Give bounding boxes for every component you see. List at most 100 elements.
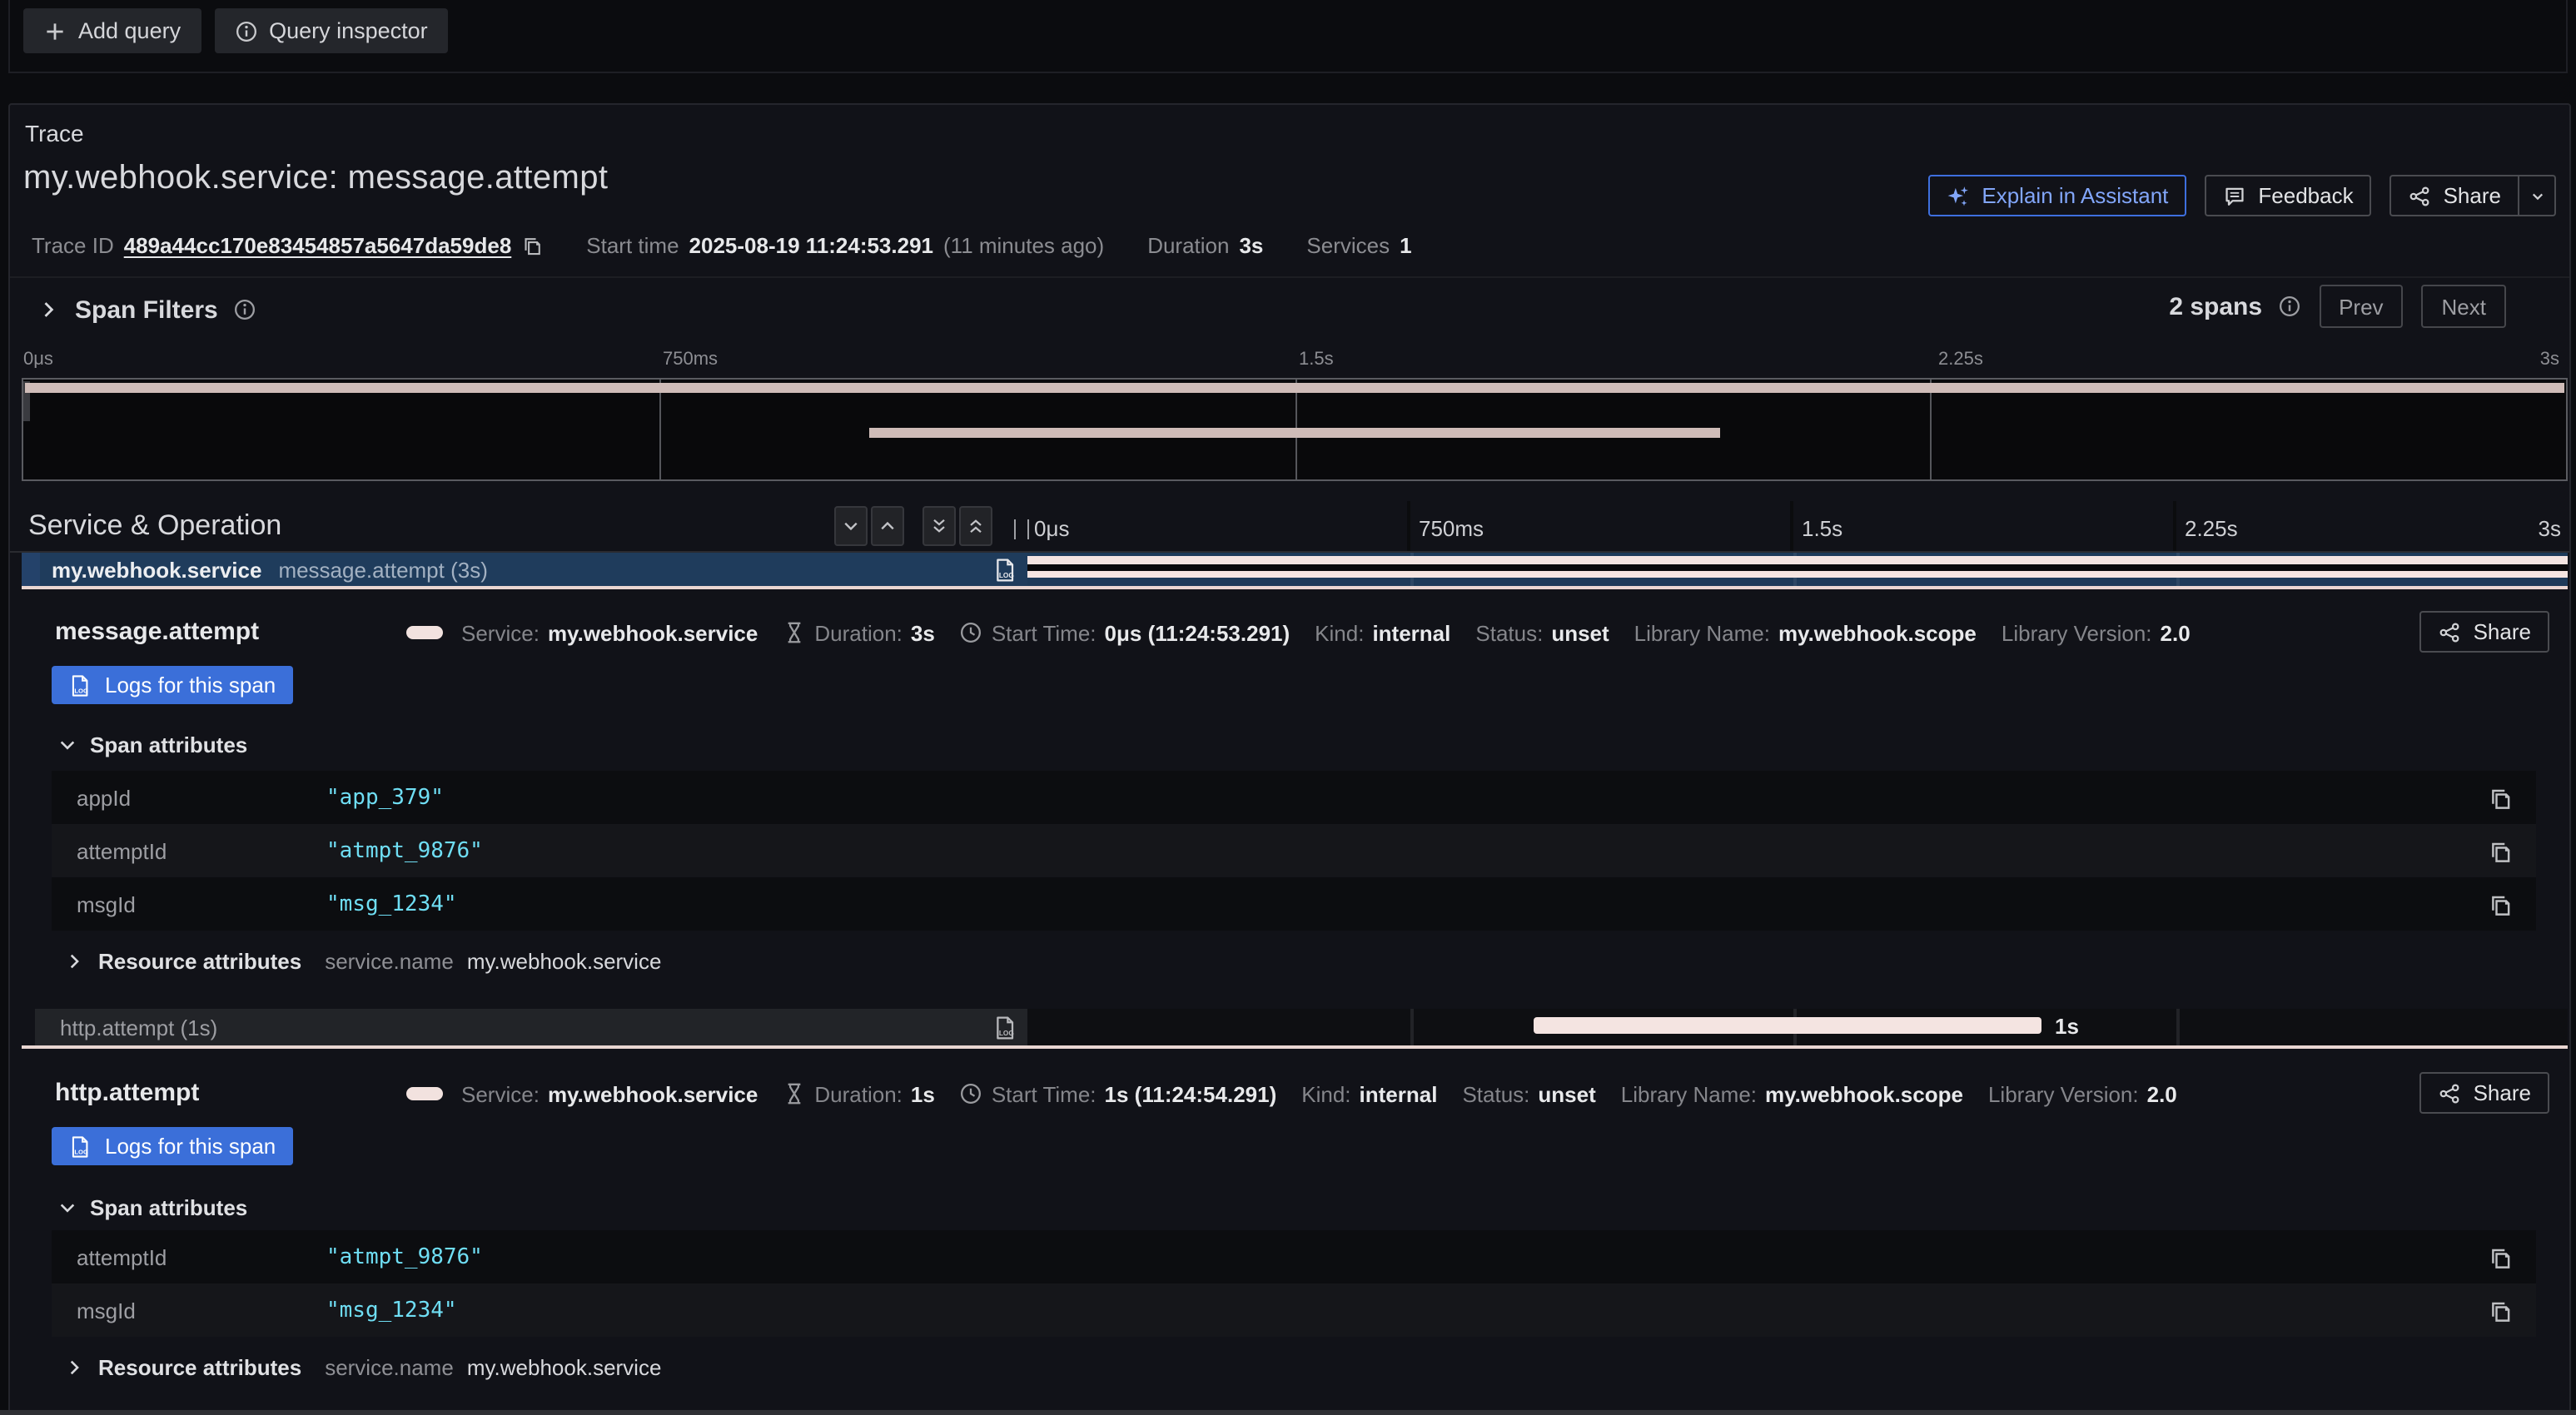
query-inspector-button[interactable]: Query inspector bbox=[214, 8, 448, 53]
expand-one-button[interactable] bbox=[871, 506, 904, 546]
field-status: Status: unset bbox=[1475, 620, 1609, 645]
span-row-http-attempt[interactable]: http.attempt (1s) 1s bbox=[22, 1009, 2568, 1049]
chevron-up-icon bbox=[878, 516, 898, 536]
caret-down-icon bbox=[2527, 186, 2547, 206]
indent-guide bbox=[22, 553, 40, 586]
copy-value-button[interactable] bbox=[2486, 1244, 2513, 1270]
logs-for-span-button[interactable]: Logs for this span bbox=[52, 666, 292, 704]
copy-value-button[interactable] bbox=[2486, 784, 2513, 811]
prev-span-button[interactable]: Prev bbox=[2319, 285, 2403, 328]
span-name-cell[interactable]: my.webhook.service message.attempt (3s) bbox=[22, 553, 1027, 586]
attribute-key: attemptId bbox=[77, 1244, 326, 1269]
timeline-tick: 0μs bbox=[1034, 516, 1069, 541]
span-row-message-attempt[interactable]: my.webhook.service message.attempt (3s) bbox=[22, 553, 2568, 589]
trace-timeline-minimap[interactable] bbox=[22, 378, 2568, 481]
attribute-key: msgId bbox=[77, 891, 326, 916]
trace-panel: Trace my.webhook.service: message.attemp… bbox=[8, 103, 2571, 1415]
attribute-key: attemptId bbox=[77, 838, 326, 863]
span-share-button[interactable]: Share bbox=[2420, 1072, 2549, 1114]
attribute-row: attemptId "atmpt_9876" bbox=[52, 1230, 2536, 1283]
column-divider bbox=[2173, 501, 2176, 551]
share-button[interactable]: Share bbox=[2390, 175, 2519, 216]
column-divider bbox=[1410, 1009, 1414, 1045]
minimap-span-root bbox=[25, 383, 2564, 393]
share-split-button: Share bbox=[2390, 175, 2556, 216]
field-library-name: Library Name: my.webhook.scope bbox=[1621, 1081, 1963, 1106]
span-duration-bar[interactable] bbox=[1027, 556, 2568, 578]
span-filters-toggle[interactable]: Span Filters bbox=[37, 288, 256, 331]
info-icon bbox=[2277, 295, 2300, 318]
start-time-ago: (11 minutes ago) bbox=[943, 233, 1104, 258]
logs-for-span-button[interactable]: Logs for this span bbox=[52, 1127, 292, 1165]
trace-id-label: Trace ID bbox=[32, 233, 114, 258]
duration-group: Duration 3s bbox=[1147, 233, 1263, 258]
span-duration-bar[interactable] bbox=[1534, 1017, 2041, 1034]
services-value: 1 bbox=[1400, 233, 1411, 258]
share-dropdown-button[interactable] bbox=[2519, 175, 2556, 216]
resource-attributes-toggle[interactable]: Resource attributes service.name my.webh… bbox=[63, 1355, 661, 1380]
copy-value-button[interactable] bbox=[2486, 891, 2513, 917]
span-detail-name: message.attempt bbox=[55, 618, 259, 646]
span-detail-header[interactable]: message.attempt Service: my.webhook.serv… bbox=[10, 611, 2569, 654]
attribute-value: "msg_1234" bbox=[326, 891, 457, 916]
span-logs-icon-button[interactable] bbox=[989, 554, 1019, 584]
span-share-button[interactable]: Share bbox=[2420, 611, 2549, 653]
span-bar-cell[interactable]: 1s bbox=[1027, 1009, 2568, 1045]
span-attributes-toggle[interactable]: Span attributes bbox=[57, 732, 247, 757]
span-name-cell[interactable]: http.attempt (1s) bbox=[35, 1009, 1027, 1045]
collapse-all-button[interactable] bbox=[922, 506, 956, 546]
clock-icon bbox=[960, 1082, 983, 1105]
add-query-button[interactable]: Add query bbox=[23, 8, 201, 53]
log-icon bbox=[68, 1134, 92, 1158]
resource-attributes-toggle[interactable]: Resource attributes service.name my.webh… bbox=[63, 949, 661, 974]
field-library-name: Library Name: my.webhook.scope bbox=[1634, 620, 1977, 645]
span-logs-icon-button[interactable] bbox=[989, 1012, 1019, 1042]
info-icon bbox=[233, 298, 256, 321]
next-span-button[interactable]: Next bbox=[2422, 285, 2506, 328]
start-time-value: 2025-08-19 11:24:53.291 bbox=[689, 233, 933, 258]
hourglass-icon bbox=[783, 1082, 806, 1105]
span-attributes-toggle[interactable]: Span attributes bbox=[57, 1195, 247, 1220]
feedback-button[interactable]: Feedback bbox=[2205, 175, 2371, 216]
collapse-one-button[interactable] bbox=[834, 506, 868, 546]
minimap-axis: 0μs 750ms 1.5s 2.25s 3s bbox=[10, 350, 2569, 373]
field-kind: Kind: internal bbox=[1301, 1081, 1437, 1106]
trace-id-group: Trace ID 489a44cc170e83454857a5647da59de… bbox=[32, 233, 543, 258]
log-icon bbox=[68, 673, 92, 697]
services-label: Services bbox=[1306, 233, 1390, 258]
chevron-right-icon bbox=[63, 1357, 85, 1378]
span-bar-duration-label: 1s bbox=[2055, 1014, 2079, 1039]
span-attributes-table: appId "app_379" attemptId "atmpt_9876" m… bbox=[52, 771, 2536, 931]
copy-icon[interactable] bbox=[521, 235, 543, 256]
copy-value-button[interactable] bbox=[2486, 837, 2513, 864]
attribute-value: "atmpt_9876" bbox=[326, 1244, 483, 1269]
horizontal-scrollbar[interactable] bbox=[0, 1410, 2576, 1415]
span-color-swatch bbox=[406, 626, 443, 639]
span-bar-cell[interactable] bbox=[1027, 553, 2568, 586]
minimap-span-child bbox=[870, 428, 1719, 438]
field-service: Service: my.webhook.service bbox=[461, 1081, 758, 1106]
query-toolbar: Add query Query inspector bbox=[23, 8, 448, 53]
attribute-key: appId bbox=[77, 785, 326, 810]
field-duration: Duration: 1s bbox=[783, 1081, 934, 1106]
explain-label: Explain in Assistant bbox=[1982, 183, 2168, 208]
attribute-value: "msg_1234" bbox=[326, 1298, 457, 1323]
chevron-down-icon bbox=[57, 1197, 78, 1219]
span-color-swatch bbox=[406, 1087, 443, 1100]
hourglass-icon bbox=[783, 621, 806, 644]
explain-in-assistant-button[interactable]: Explain in Assistant bbox=[1928, 175, 2186, 216]
span-detail-name: http.attempt bbox=[55, 1079, 199, 1107]
query-inspector-label: Query inspector bbox=[269, 18, 428, 43]
expand-all-button[interactable] bbox=[959, 506, 992, 546]
trace-explorer-page: Add query Query inspector Trace my.webho… bbox=[0, 0, 2576, 1415]
minimap-tick: 2.25s bbox=[1938, 350, 1983, 370]
span-detail-header[interactable]: http.attempt Service: my.webhook.service… bbox=[10, 1072, 2569, 1115]
share-icon bbox=[2439, 1081, 2462, 1105]
log-icon bbox=[992, 1015, 1017, 1040]
panel-title: Trace bbox=[25, 120, 84, 146]
double-chevron-down-icon bbox=[929, 516, 949, 536]
copy-value-button[interactable] bbox=[2486, 1297, 2513, 1323]
trace-id-value[interactable]: 489a44cc170e83454857a5647da59de8 bbox=[124, 233, 512, 258]
timeline-tick: 2.25s bbox=[2185, 516, 2238, 541]
column-resize-handle[interactable] bbox=[1014, 519, 1029, 539]
